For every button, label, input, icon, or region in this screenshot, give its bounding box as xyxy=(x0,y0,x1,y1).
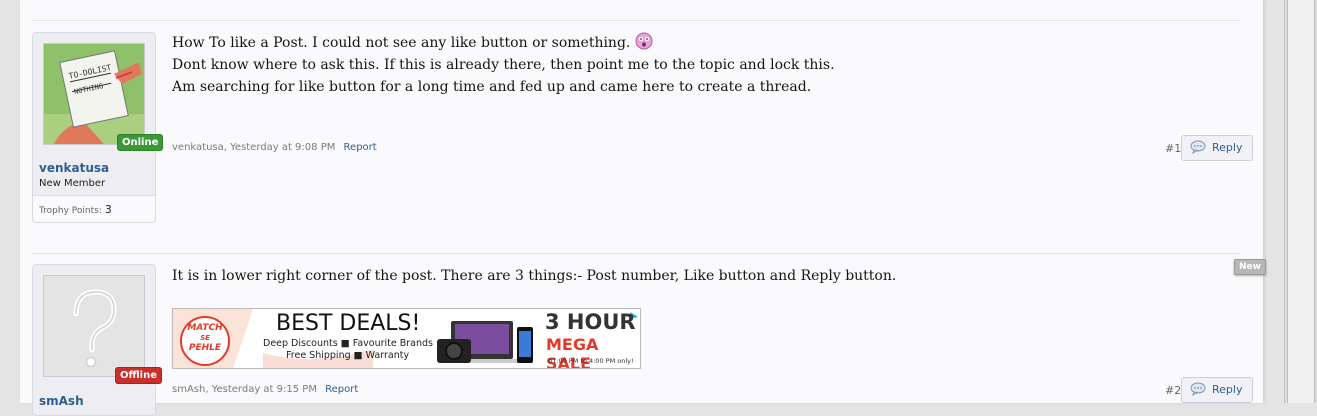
message-line: Dont know where to ask this. If this is … xyxy=(172,57,835,73)
post-author-date[interactable]: smAsh, Yesterday at 9:15 PM xyxy=(172,384,317,395)
thread-page: TO-DOLIST NOTHING Online venkatusa New M… xyxy=(20,0,1266,416)
post-divider xyxy=(32,20,1240,21)
post-message: How To like a Post. I could not see any … xyxy=(172,32,835,98)
user-card: TO-DOLIST NOTHING Online venkatusa New M… xyxy=(32,32,164,223)
message-line-text: How To like a Post. I could not see any … xyxy=(172,35,631,51)
post-divider xyxy=(32,253,1240,254)
post-meta: smAsh, Yesterday at 9:15 PM Report xyxy=(172,384,358,395)
speech-bubble-icon xyxy=(1190,140,1206,154)
trophy-value: 3 xyxy=(104,203,112,216)
ad-headline: BEST DEALS! xyxy=(276,311,421,336)
ad-brand-logo: MATCH SE PEHLE xyxy=(181,323,229,353)
reply-button-label: Reply xyxy=(1212,141,1243,154)
ad-sale-hours: 3 HOUR xyxy=(545,310,636,334)
post-number-link[interactable]: #1 xyxy=(1165,142,1181,155)
ad-line-1: Deep Discounts ■ Favourite Brands xyxy=(263,338,433,349)
username-link[interactable]: smAsh xyxy=(39,394,84,408)
ad-line-1a: Deep Discounts xyxy=(263,338,338,349)
reply-button[interactable]: Reply xyxy=(1181,135,1253,161)
trophy-points[interactable]: Trophy Points: 3 xyxy=(39,203,112,216)
ad-line-2: Free Shipping ■ Warranty xyxy=(286,350,410,361)
report-link[interactable]: Report xyxy=(325,384,358,395)
ad-brand-bottom: PEHLE xyxy=(188,343,222,353)
offline-status-badge: Offline xyxy=(115,367,162,384)
user-title: New Member xyxy=(39,178,106,189)
ad-sale-time: 01:00 PM to 4:00 PM only! xyxy=(548,357,634,365)
post-number-link[interactable]: #2 xyxy=(1165,384,1181,397)
username-link[interactable]: venkatusa xyxy=(39,161,109,175)
scrollbar-thumb[interactable] xyxy=(1287,0,1315,403)
default-avatar-image xyxy=(44,276,144,376)
user-card: Offline smAsh xyxy=(32,264,162,416)
todo-list-avatar-image: TO-DOLIST NOTHING xyxy=(44,44,144,144)
new-post-badge: New xyxy=(1234,259,1266,275)
post-meta: venkatusa, Yesterday at 9:08 PM Report xyxy=(172,142,377,153)
avatar[interactable]: TO-DOLIST NOTHING xyxy=(43,43,145,145)
ad-brand-top: MATCH xyxy=(187,323,223,333)
online-status-badge: Online xyxy=(117,134,164,151)
ad-brand-mid: SE xyxy=(200,334,210,342)
trophy-area: Trophy Points: 3 xyxy=(33,195,155,222)
shocked-smiley-icon xyxy=(635,32,653,50)
ad-line-2a: Free Shipping xyxy=(286,350,351,361)
message-line: How To like a Post. I could not see any … xyxy=(172,32,835,54)
ad-line-2b: Warranty xyxy=(365,350,410,361)
post-message: It is in lower right corner of the post.… xyxy=(172,265,896,287)
post-author-date[interactable]: venkatusa, Yesterday at 9:08 PM xyxy=(172,142,335,153)
speech-bubble-icon xyxy=(1190,382,1206,396)
message-line: Am searching for like button for a long … xyxy=(172,79,812,95)
reply-button[interactable]: Reply xyxy=(1181,377,1253,403)
advertisement-banner[interactable]: MATCH SE PEHLE BEST DEALS! Deep Discount… xyxy=(172,308,641,369)
vertical-scrollbar[interactable] xyxy=(1284,0,1317,403)
report-link[interactable]: Report xyxy=(344,142,377,153)
reply-button-label: Reply xyxy=(1212,383,1243,396)
message-line: It is in lower right corner of the post.… xyxy=(172,268,897,284)
trophy-label: Trophy Points: xyxy=(39,206,102,216)
ad-line-1b: Favourite Brands xyxy=(352,338,433,349)
avatar[interactable] xyxy=(43,275,145,377)
